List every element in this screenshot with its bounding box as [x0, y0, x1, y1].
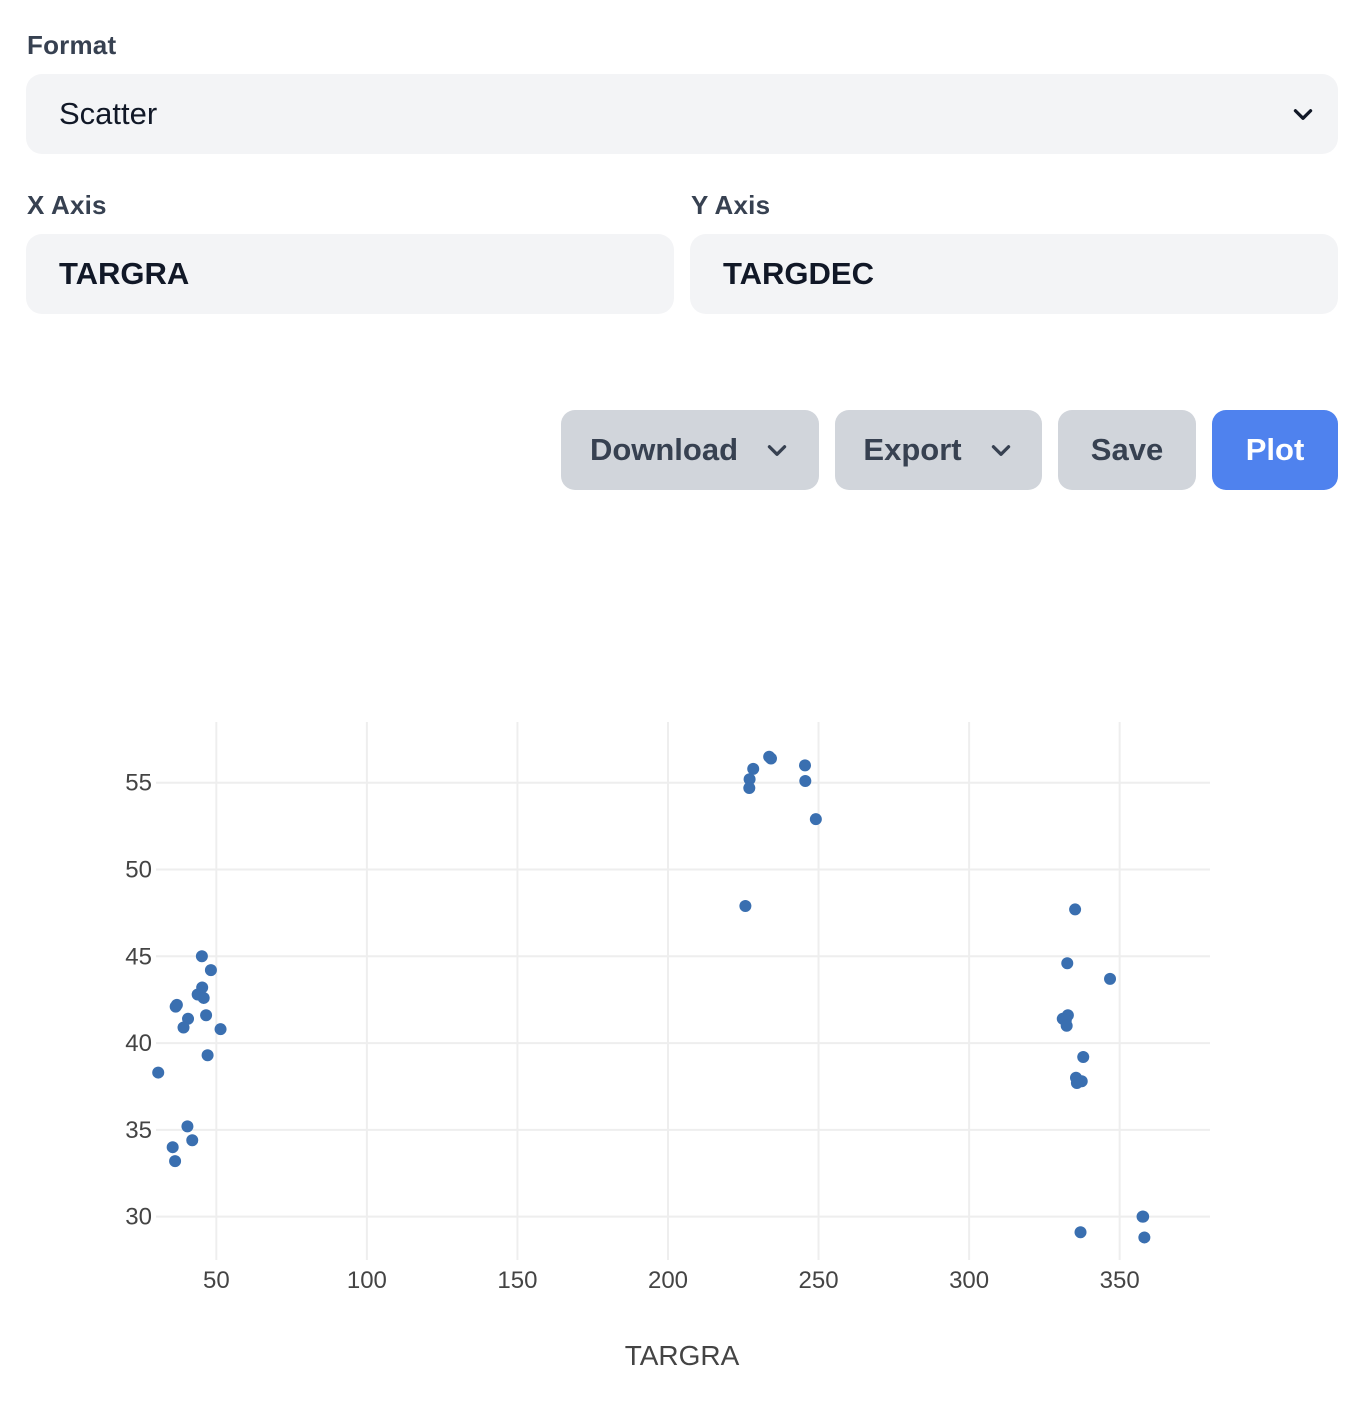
scatter-point	[201, 1049, 214, 1062]
y-tick-label: 30	[125, 1204, 152, 1231]
chart-points	[152, 750, 1151, 1244]
chevron-down-icon	[767, 445, 787, 456]
scatter-point	[1060, 1019, 1073, 1032]
x-axis-title: TARGRA	[625, 1340, 740, 1371]
save-button[interactable]: Save	[1058, 410, 1196, 490]
scatter-point	[200, 1009, 213, 1022]
scatter-point	[204, 964, 217, 977]
x-axis-label: X Axis	[27, 190, 107, 220]
scatter-point	[809, 813, 822, 826]
scatter-point	[799, 775, 812, 788]
scatter-point	[764, 752, 777, 765]
scatter-point	[197, 991, 210, 1004]
scatter-point	[1077, 1050, 1090, 1063]
x-axis-input-value: TARGRA	[59, 256, 190, 291]
scatter-point	[1136, 1210, 1149, 1223]
x-tick-label: 50	[203, 1267, 230, 1294]
scatter-point	[799, 759, 812, 772]
x-tick-label: 150	[497, 1267, 537, 1294]
download-button-label: Download	[589, 432, 739, 467]
scatter-point	[747, 762, 760, 775]
scatter-point	[1061, 957, 1074, 970]
scatter-point	[170, 998, 183, 1011]
scatter-chart: 50 100 150 200 250 300 350 30 35 40 45 50 55 TARGRA	[125, 722, 1210, 1371]
x-tick-label: 200	[648, 1267, 688, 1294]
chart-grid	[156, 722, 1210, 1260]
scatter-point	[186, 1134, 199, 1147]
scatter-point	[743, 781, 756, 794]
y-axis-label: Y Axis	[691, 190, 771, 220]
chevron-down-icon	[1293, 109, 1313, 120]
scatter-point	[177, 1021, 190, 1034]
scatter-point	[739, 899, 752, 912]
y-tick-label: 45	[125, 943, 152, 970]
scatter-point	[169, 1155, 182, 1168]
x-axis-input[interactable]: TARGRA	[26, 234, 674, 314]
x-tick-label: 250	[799, 1267, 839, 1294]
scatter-point	[1074, 1226, 1087, 1239]
x-tick-label: 300	[949, 1267, 989, 1294]
scatter-point	[1070, 1076, 1083, 1089]
export-button[interactable]: Export	[835, 410, 1042, 490]
y-axis-input-value: TARGDEC	[723, 256, 874, 291]
chart-ticks: 50 100 150 200 250 300 350 30 35 40 45 50 55	[125, 770, 1139, 1294]
download-button[interactable]: Download	[561, 410, 819, 490]
y-axis-input[interactable]: TARGDEC	[690, 234, 1338, 314]
x-tick-label: 100	[347, 1267, 387, 1294]
scatter-point	[166, 1141, 179, 1154]
scatter-point	[181, 1120, 194, 1133]
scatter-point	[1138, 1231, 1151, 1244]
format-label: Format	[27, 30, 117, 60]
plot-button[interactable]: Plot	[1212, 410, 1338, 490]
y-tick-label: 40	[125, 1030, 152, 1057]
x-tick-label: 350	[1100, 1267, 1140, 1294]
format-select[interactable]: Scatter	[26, 74, 1338, 154]
export-button-label: Export	[863, 432, 962, 467]
scatter-point	[1104, 972, 1117, 985]
y-tick-label: 50	[125, 857, 152, 884]
scatter-point	[195, 950, 208, 963]
scatter-point	[214, 1023, 227, 1036]
scatter-point	[1069, 903, 1082, 916]
chevron-down-icon	[991, 445, 1010, 456]
y-tick-label: 55	[125, 770, 152, 797]
format-select-value: Scatter	[59, 96, 158, 131]
y-tick-label: 35	[125, 1117, 152, 1144]
scatter-point	[152, 1066, 165, 1079]
